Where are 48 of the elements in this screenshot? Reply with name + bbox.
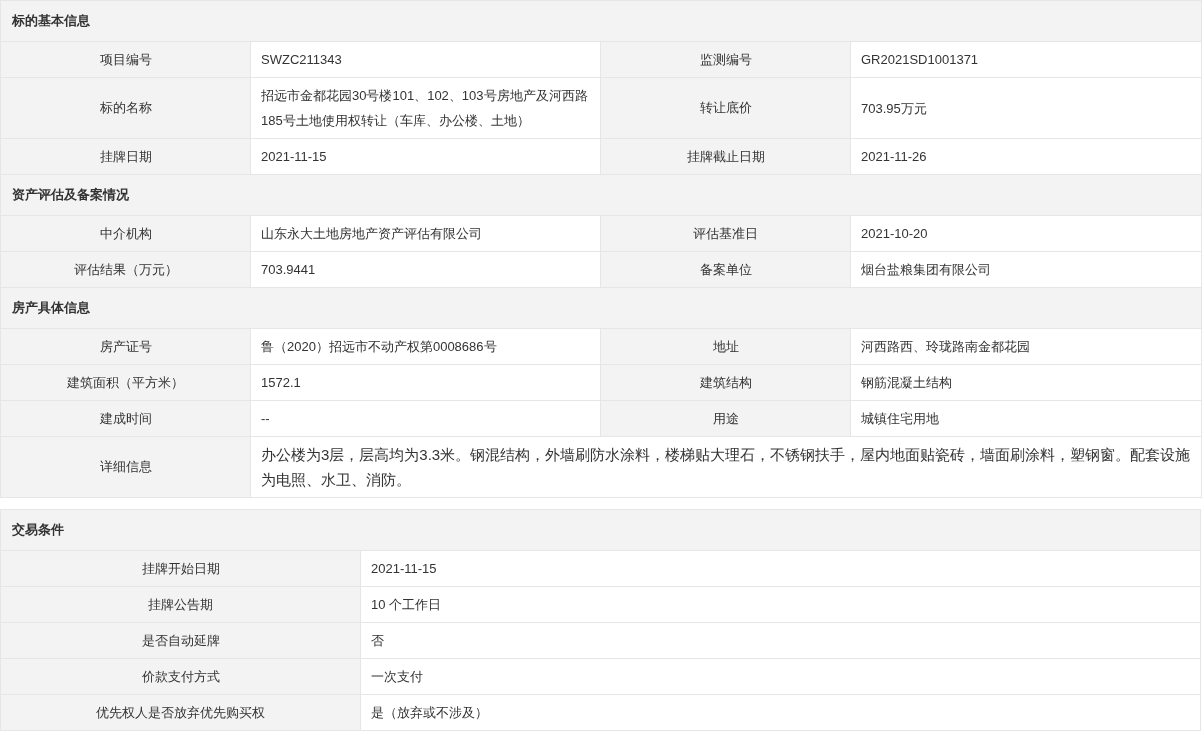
field-label: 建筑结构 — [600, 364, 851, 401]
field-label: 标的名称 — [0, 77, 251, 139]
field-value: 烟台盐粮集团有限公司 — [850, 251, 1202, 288]
field-value: 2021-11-26 — [850, 138, 1202, 175]
field-value: 招远市金都花园30号楼101、102、103号房地产及河西路185号土地使用权转让（车库、办公楼、土地） — [250, 77, 601, 139]
field-label: 备案单位 — [600, 251, 851, 288]
field-label: 监测编号 — [600, 41, 851, 78]
field-label: 中介机构 — [0, 215, 251, 252]
field-value: 703.9441 — [250, 251, 601, 288]
field-label: 挂牌日期 — [0, 138, 251, 175]
section-header: 交易条件 — [0, 509, 1201, 551]
field-label: 评估结果（万元） — [0, 251, 251, 288]
field-label: 转让底价 — [600, 77, 851, 139]
field-value: 2021-10-20 — [850, 215, 1202, 252]
section-header: 标的基本信息 — [0, 0, 1202, 42]
field-label: 挂牌截止日期 — [600, 138, 851, 175]
field-label: 优先权人是否放弃优先购买权 — [0, 694, 361, 731]
field-label: 详细信息 — [0, 436, 251, 498]
field-value: 2021-11-15 — [250, 138, 601, 175]
field-value: 一次支付 — [360, 658, 1201, 695]
field-value: 是（放弃或不涉及） — [360, 694, 1201, 731]
field-value: 山东永大土地房地产资产评估有限公司 — [250, 215, 601, 252]
field-value: 城镇住宅用地 — [850, 400, 1202, 437]
field-label: 评估基准日 — [600, 215, 851, 252]
field-value: -- — [250, 400, 601, 437]
field-label: 挂牌公告期 — [0, 586, 361, 623]
field-value: 1572.1 — [250, 364, 601, 401]
field-value: 否 — [360, 622, 1201, 659]
field-value: GR2021SD1001371 — [850, 41, 1202, 78]
field-label: 项目编号 — [0, 41, 251, 78]
field-value: 钢筋混凝土结构 — [850, 364, 1202, 401]
field-value: 2021-11-15 — [360, 550, 1201, 587]
field-value: 10 个工作日 — [360, 586, 1201, 623]
field-label: 建成时间 — [0, 400, 251, 437]
field-value: 河西路西、玲珑路南金都花园 — [850, 328, 1202, 365]
field-value: 鲁（2020）招远市不动产权第0008686号 — [250, 328, 601, 365]
field-label: 用途 — [600, 400, 851, 437]
field-label: 是否自动延牌 — [0, 622, 361, 659]
field-value: SWZC211343 — [250, 41, 601, 78]
section-header: 资产评估及备案情况 — [0, 174, 1202, 216]
field-value: 703.95万元 — [850, 77, 1202, 139]
field-label: 建筑面积（平方米） — [0, 364, 251, 401]
field-label: 价款支付方式 — [0, 658, 361, 695]
section-header: 房产具体信息 — [0, 287, 1202, 329]
field-label: 房产证号 — [0, 328, 251, 365]
field-value: 办公楼为3层，层高均为3.3米。钢混结构，外墙刷防水涂料，楼梯贴大理石，不锈钢扶手，屋内地面贴瓷砖，墙面刷涂料，塑钢窗。配套设施为电照、水卫、消防。 — [250, 436, 1202, 498]
field-label: 地址 — [600, 328, 851, 365]
field-label: 挂牌开始日期 — [0, 550, 361, 587]
